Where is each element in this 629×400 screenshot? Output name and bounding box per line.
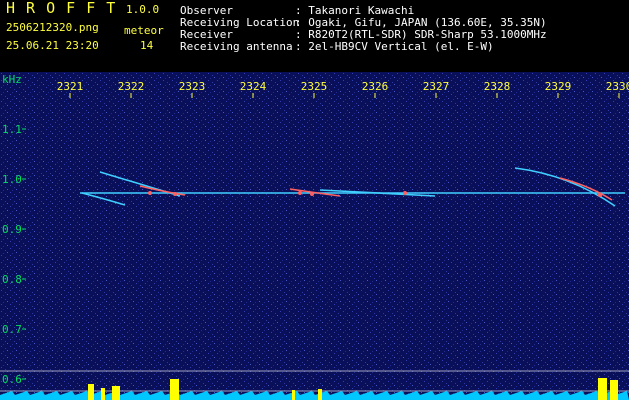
time-tick-label: 2323: [179, 80, 206, 93]
info-key-antenna: Receiving antenna: [180, 40, 293, 53]
y-unit-label: kHz: [2, 73, 22, 86]
info-value-antenna: : 2el-HB9CV Vertical (el. E-W): [295, 40, 494, 53]
time-tick-label: 2325: [301, 80, 328, 93]
echo-hotspot: [403, 191, 407, 195]
waterfall-spectrogram: kHz 2321 2322 2323 2324 2325 2326 2327 2328 2329 2…: [0, 72, 629, 400]
freq-tick-label: 0.6: [2, 373, 22, 386]
echo-hotspot: [598, 193, 602, 197]
freq-tick-label: 0.7: [2, 323, 22, 336]
app-version: 1.0.0: [126, 3, 160, 16]
meteor-detection-burst: [101, 388, 105, 400]
freq-tick-label: 0.9: [2, 223, 22, 236]
meteor-detection-burst: [112, 386, 120, 400]
freq-tick-label: 0.8: [2, 273, 22, 286]
meteor-label: meteor: [124, 24, 164, 37]
freq-tick-label: 1.1: [2, 123, 22, 136]
app-name: H R O F F T: [6, 0, 117, 17]
meteor-detection-burst: [292, 390, 295, 400]
freq-tick-label: 1.0: [2, 173, 22, 186]
meteor-detection-burst: [170, 379, 179, 400]
echo-hotspot: [173, 192, 177, 196]
header-panel: H R O F F T 1.0.0 2506212320.png meteor …: [0, 0, 629, 72]
time-tick-label: 2328: [484, 80, 511, 93]
meteor-detection-burst: [598, 378, 607, 400]
time-tick-label: 2321: [57, 80, 84, 93]
time-tick-label: 2322: [118, 80, 145, 93]
time-tick-label: 2329: [545, 80, 572, 93]
filename-label: 2506212320.png: [6, 21, 99, 34]
echo-hotspot: [148, 191, 152, 195]
meteor-detection-burst: [610, 380, 618, 400]
echo-hotspot: [298, 191, 302, 195]
time-tick-label: 2327: [423, 80, 450, 93]
time-tick-label: 2330: [606, 80, 629, 93]
meteor-detection-burst: [318, 389, 322, 400]
time-tick-label: 2326: [362, 80, 389, 93]
echo-hotspot: [310, 192, 314, 196]
time-tick-label: 2324: [240, 80, 267, 93]
meteor-count: 14: [140, 39, 154, 52]
meteor-detection-burst: [88, 384, 94, 400]
datetime-label: 25.06.21 23:20: [6, 39, 99, 52]
waterfall-background: [0, 72, 629, 400]
